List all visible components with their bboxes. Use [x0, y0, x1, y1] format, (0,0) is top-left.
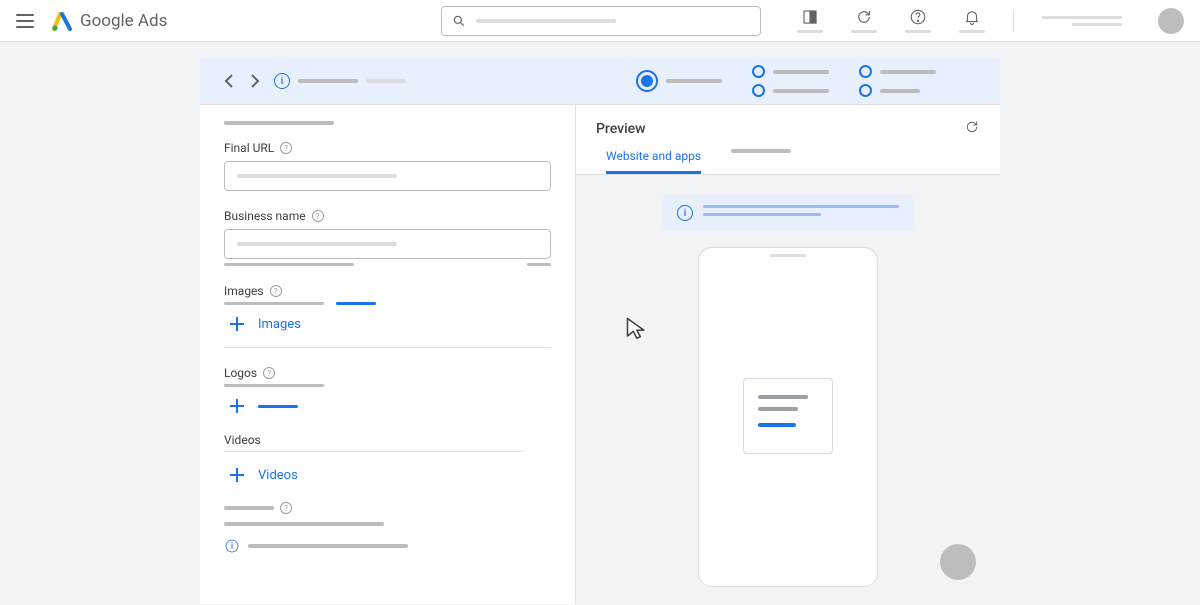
business-name-input[interactable]	[224, 229, 551, 259]
app-bar: Google Ads	[0, 0, 1200, 42]
images-subtabs	[224, 302, 551, 305]
preview-panel: Preview Website and apps i	[575, 105, 1000, 604]
final-url-label: Final URL ?	[224, 141, 551, 155]
help-icon	[909, 8, 927, 26]
product-name: Google Ads	[80, 11, 167, 31]
help-button[interactable]	[905, 8, 931, 33]
preview-canvas: i	[576, 175, 1000, 605]
step-current[interactable]	[636, 70, 722, 92]
step-item[interactable]	[752, 65, 829, 78]
add-videos-button[interactable]: Videos	[228, 466, 551, 484]
logos-helper	[224, 384, 324, 387]
search-placeholder	[476, 19, 616, 23]
back-icon[interactable]	[224, 74, 234, 88]
preview-tabs: Website and apps	[576, 139, 1000, 175]
logos-label: Logos ?	[224, 366, 551, 380]
step-active-indicator	[636, 70, 658, 92]
info-icon: i	[677, 205, 693, 221]
refresh-icon	[855, 8, 873, 26]
help-icon[interactable]: ?	[312, 210, 324, 222]
preview-refresh-button[interactable]	[964, 119, 980, 139]
plus-icon	[228, 315, 246, 333]
field-helper-text	[224, 263, 551, 266]
tab-website-and-apps[interactable]: Website and apps	[606, 149, 701, 174]
campaign-stepper-bar: i	[200, 58, 1000, 104]
step-item[interactable]	[752, 84, 829, 97]
info-icon[interactable]: i	[274, 73, 290, 89]
cursor-icon	[624, 315, 652, 343]
help-icon[interactable]: ?	[263, 367, 275, 379]
plus-icon	[228, 397, 246, 415]
step-item[interactable]	[859, 84, 936, 97]
ad-form: Final URL ? Business name ? Images ? Ima…	[200, 105, 575, 604]
headline-label: ?	[224, 502, 551, 514]
add-logos-button[interactable]	[228, 397, 551, 415]
videos-label: Videos	[224, 433, 551, 447]
menu-icon[interactable]	[16, 14, 34, 28]
preview-title: Preview	[596, 121, 646, 137]
forward-icon[interactable]	[250, 74, 260, 88]
final-url-input[interactable]	[224, 161, 551, 191]
avatar[interactable]	[1158, 8, 1184, 34]
main-panel: Final URL ? Business name ? Images ? Ima…	[200, 104, 1000, 604]
preview-info-banner: i	[663, 195, 913, 231]
more-info-row: i	[224, 538, 551, 554]
tab-secondary[interactable]	[731, 149, 791, 174]
helper-text	[224, 522, 384, 526]
step-item[interactable]	[859, 65, 936, 78]
appearance-icon	[801, 8, 819, 26]
bell-icon	[963, 8, 981, 26]
product-logo[interactable]: Google Ads	[50, 9, 167, 33]
refresh-button[interactable]	[851, 8, 877, 33]
ad-card-preview	[743, 378, 833, 454]
breadcrumb-item	[366, 79, 406, 83]
google-ads-logo-icon	[50, 9, 74, 33]
images-label: Images ?	[224, 284, 551, 298]
account-label	[1042, 16, 1122, 26]
appearance-button[interactable]	[797, 8, 823, 33]
notifications-button[interactable]	[959, 8, 985, 33]
info-icon[interactable]: i	[226, 540, 239, 553]
plus-icon	[228, 466, 246, 484]
floating-action-button[interactable]	[940, 544, 976, 580]
section-heading	[224, 121, 334, 125]
help-icon[interactable]: ?	[270, 285, 282, 297]
search-icon	[452, 14, 466, 28]
stepper	[636, 65, 936, 97]
search-input[interactable]	[441, 6, 761, 36]
help-icon[interactable]: ?	[280, 142, 292, 154]
business-name-label: Business name ?	[224, 209, 551, 223]
add-images-button[interactable]: Images	[228, 315, 551, 333]
help-icon[interactable]: ?	[280, 502, 292, 514]
breadcrumb-item	[298, 79, 358, 83]
phone-mockup	[698, 247, 878, 587]
